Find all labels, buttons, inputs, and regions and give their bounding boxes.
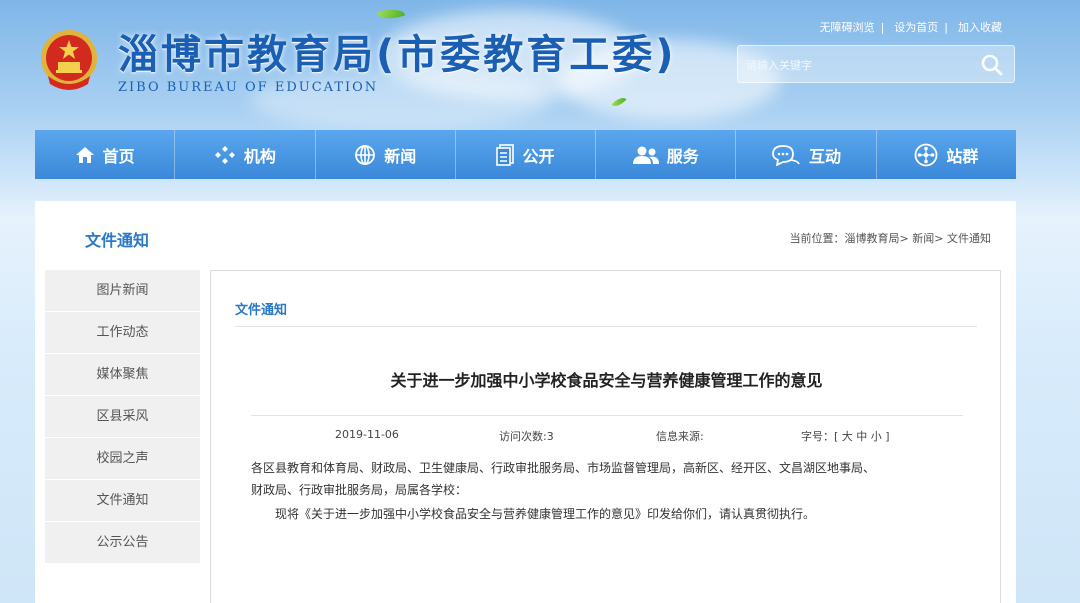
nav-item-label: 机构 <box>243 146 276 166</box>
site-title: 淄博市教育局(市委教育工委) <box>118 32 677 78</box>
article-body-line: 现将《关于进一步加强中小学校食品安全与营养健康管理工作的意见》印发给你们，请认真… <box>251 507 816 521</box>
article-body-line: 财政局、行政审批服务局，局属各学校： <box>251 483 468 497</box>
search-icon[interactable] <box>980 53 1004 77</box>
nav-item-public[interactable]: 公开 <box>456 130 597 179</box>
users-icon <box>632 146 659 164</box>
top-links: 无障碍浏览 | 设为首页 | 加入收藏 <box>816 19 1002 35</box>
sidebar-item-photo-news[interactable]: 图片新闻 <box>45 270 200 312</box>
breadcrumb: 当前位置：淄博教育局> 新闻> 文件通知 <box>789 232 991 245</box>
network-icon <box>914 143 938 166</box>
divider <box>235 326 977 327</box>
search-box <box>737 45 1015 83</box>
nav-item-interact[interactable]: 互动 <box>736 130 877 179</box>
nav-item-label: 服务 <box>666 146 699 166</box>
sidebar-item-media-focus[interactable]: 媒体聚焦 <box>45 354 200 396</box>
article-views: 访问次数:3 <box>499 430 554 443</box>
main-content: 文件通知 当前位置：淄博教育局> 新闻> 文件通知 图片新闻 工作动态 媒体聚焦… <box>35 201 1016 603</box>
divider <box>251 415 963 416</box>
article-source: 信息来源: <box>656 430 704 443</box>
section-title: 文件通知 <box>85 231 150 250</box>
chat-icon <box>772 144 800 166</box>
set-homepage-link[interactable]: 设为首页 <box>894 21 938 34</box>
article-title: 关于进一步加强中小学校食品安全与营养健康管理工作的意见 <box>390 371 823 390</box>
nav-item-sites[interactable]: 站群 <box>877 130 1016 179</box>
font-size-switcher[interactable]: 字号：[ 大 中 小 ] <box>801 428 890 444</box>
article-panel: 文件通知 关于进一步加强中小学校食品安全与营养健康管理工作的意见 2019-11… <box>210 270 1001 603</box>
article-date: 2019-11-06 <box>335 428 399 441</box>
nav-item-news[interactable]: 新闻 <box>316 130 456 179</box>
site-header: 淄博市教育局(市委教育工委) ZIBO BUREAU OF EDUCATION … <box>0 0 1080 130</box>
sidebar-item-work-updates[interactable]: 工作动态 <box>45 312 200 354</box>
search-input[interactable] <box>746 55 946 75</box>
article-category: 文件通知 <box>235 303 288 318</box>
globe-icon <box>355 144 376 165</box>
add-favorite-link[interactable]: 加入收藏 <box>958 21 1002 34</box>
sidebar-item-campus-voice[interactable]: 校园之声 <box>45 438 200 480</box>
separator: | <box>880 21 885 34</box>
main-nav: 首页 机构 新闻 公开 服务 互动 站群 <box>35 130 1016 179</box>
org-icon <box>214 145 235 164</box>
nav-item-label: 新闻 <box>384 146 417 166</box>
nav-item-service[interactable]: 服务 <box>596 130 737 179</box>
document-icon <box>496 143 515 166</box>
separator: | <box>944 21 948 34</box>
nav-item-label: 站群 <box>946 146 979 166</box>
sidebar-item-notices[interactable]: 文件通知 <box>45 480 200 522</box>
sidebar-item-announcements[interactable]: 公示公告 <box>45 522 200 564</box>
article-body-line: 各区县教育和体育局、财政局、卫生健康局、行政审批服务局、市场监督管理局，高新区、… <box>251 461 876 475</box>
nav-item-label: 公开 <box>522 146 555 166</box>
nav-item-org[interactable]: 机构 <box>175 130 316 179</box>
national-emblem-icon <box>38 26 100 94</box>
accessibility-link[interactable]: 无障碍浏览 <box>820 21 875 34</box>
site-subtitle: ZIBO BUREAU OF EDUCATION <box>118 80 379 95</box>
sidebar-item-district-news[interactable]: 区县采风 <box>45 396 200 438</box>
home-icon <box>75 146 94 163</box>
nav-item-home[interactable]: 首页 <box>35 130 176 179</box>
sidebar: 图片新闻 工作动态 媒体聚焦 区县采风 校园之声 文件通知 公示公告 <box>45 270 200 564</box>
nav-item-label: 互动 <box>809 146 842 166</box>
nav-item-label: 首页 <box>102 146 135 166</box>
